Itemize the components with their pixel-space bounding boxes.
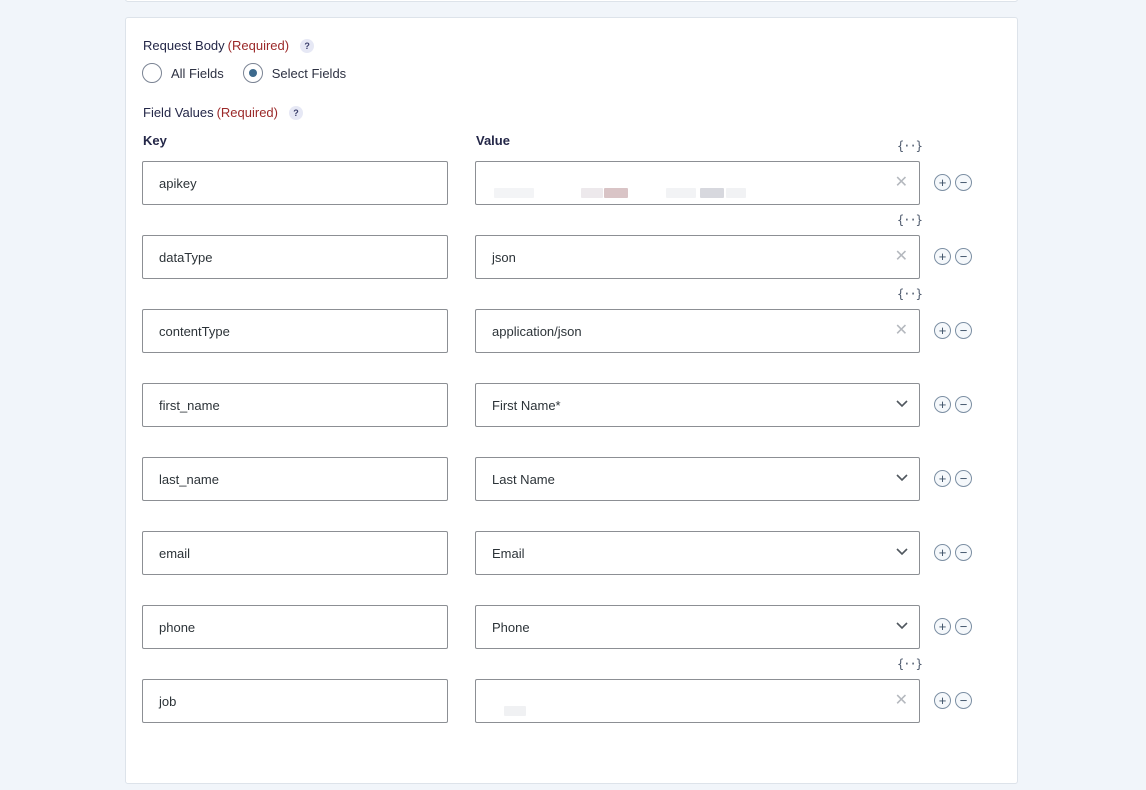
value-input[interactable]: json ✕ <box>475 235 920 279</box>
remove-row-button[interactable]: − <box>955 396 972 413</box>
help-icon[interactable]: ? <box>300 38 315 53</box>
value-select[interactable]: Last Name <box>475 457 920 501</box>
key-input-value: contentType <box>159 323 230 339</box>
clear-icon[interactable]: ✕ <box>895 174 908 192</box>
add-row-button[interactable]: + <box>934 174 951 191</box>
key-input[interactable]: job <box>142 679 448 723</box>
key-input[interactable]: first_name <box>142 383 448 427</box>
value-select[interactable]: Email <box>475 531 920 575</box>
merge-tag-icon[interactable]: {··} <box>897 213 923 227</box>
value-input[interactable]: ✕ <box>475 161 920 205</box>
key-input[interactable]: apikey <box>142 161 448 205</box>
key-input[interactable]: contentType <box>142 309 448 353</box>
key-input[interactable]: email <box>142 531 448 575</box>
previous-panel <box>125 0 1018 2</box>
remove-row-button[interactable]: − <box>955 470 972 487</box>
field-values-title: Field Values <box>143 105 214 120</box>
value-input[interactable]: application/json ✕ <box>475 309 920 353</box>
value-text: application/json <box>492 323 582 339</box>
remove-row-button[interactable]: − <box>955 248 972 265</box>
merge-tag-icon[interactable]: {··} <box>897 139 923 153</box>
value-text: First Name* <box>492 397 561 413</box>
redacted-text <box>666 188 696 198</box>
key-input[interactable]: dataType <box>142 235 448 279</box>
redacted-text <box>700 188 724 198</box>
remove-row-button[interactable]: − <box>955 692 972 709</box>
add-row-button[interactable]: + <box>934 544 951 561</box>
key-input[interactable]: last_name <box>142 457 448 501</box>
radio-all-fields[interactable] <box>142 63 162 83</box>
redacted-text <box>726 188 746 198</box>
chevron-down-icon[interactable] <box>895 547 909 557</box>
add-row-button[interactable]: + <box>934 322 951 339</box>
add-row-button[interactable]: + <box>934 470 951 487</box>
remove-row-button[interactable]: − <box>955 322 972 339</box>
add-row-button[interactable]: + <box>934 692 951 709</box>
chevron-down-icon[interactable] <box>895 473 909 483</box>
radio-select-fields-label[interactable]: Select Fields <box>272 66 346 81</box>
value-text: Last Name <box>492 471 555 487</box>
value-text: json <box>492 249 516 265</box>
remove-row-button[interactable]: − <box>955 618 972 635</box>
value-text: Email <box>492 545 525 561</box>
key-input-value: job <box>159 693 177 709</box>
radio-select-fields[interactable] <box>242 63 263 83</box>
request-settings-panel: Request Body (Required) ? All Fields Sel… <box>125 17 1018 784</box>
help-icon[interactable]: ? <box>289 105 303 120</box>
value-column-header: Value <box>476 133 510 148</box>
field-values-label: Field Values (Required) ? <box>143 105 303 120</box>
required-marker: (Required) <box>216 105 278 120</box>
chevron-down-icon[interactable] <box>895 399 909 409</box>
value-input[interactable]: ✕ <box>475 679 920 723</box>
add-row-button[interactable]: + <box>934 248 951 265</box>
redacted-text <box>604 188 628 198</box>
merge-tag-icon[interactable]: {··} <box>897 657 923 671</box>
radio-selected-dot <box>248 69 257 77</box>
key-input-value: phone <box>159 619 196 635</box>
remove-row-button[interactable]: − <box>955 544 972 561</box>
value-select[interactable]: First Name* <box>475 383 920 427</box>
clear-icon[interactable]: ✕ <box>895 692 908 710</box>
chevron-down-icon[interactable] <box>895 621 909 631</box>
request-body-options: All Fields Select Fields <box>142 63 365 83</box>
remove-row-button[interactable]: − <box>955 174 972 191</box>
redacted-text <box>504 706 526 716</box>
value-select[interactable]: Phone <box>475 605 920 649</box>
request-body-title: Request Body <box>143 38 225 53</box>
redacted-text <box>581 188 603 198</box>
key-input-value: dataType <box>159 249 213 265</box>
key-input-value: apikey <box>159 175 197 191</box>
clear-icon[interactable]: ✕ <box>895 248 908 266</box>
value-text: Phone <box>492 619 530 635</box>
key-input-value: email <box>159 545 191 561</box>
add-row-button[interactable]: + <box>934 396 951 413</box>
required-marker: (Required) <box>227 38 290 53</box>
key-input-value: last_name <box>159 471 219 487</box>
key-column-header: Key <box>143 133 167 148</box>
clear-icon[interactable]: ✕ <box>895 322 908 340</box>
radio-all-fields-label[interactable]: All Fields <box>171 66 224 81</box>
key-input[interactable]: phone <box>142 605 448 649</box>
key-input-value: first_name <box>159 397 220 413</box>
merge-tag-icon[interactable]: {··} <box>897 287 923 301</box>
request-body-label: Request Body (Required) ? <box>143 38 315 53</box>
add-row-button[interactable]: + <box>934 618 951 635</box>
redacted-text <box>494 188 534 198</box>
